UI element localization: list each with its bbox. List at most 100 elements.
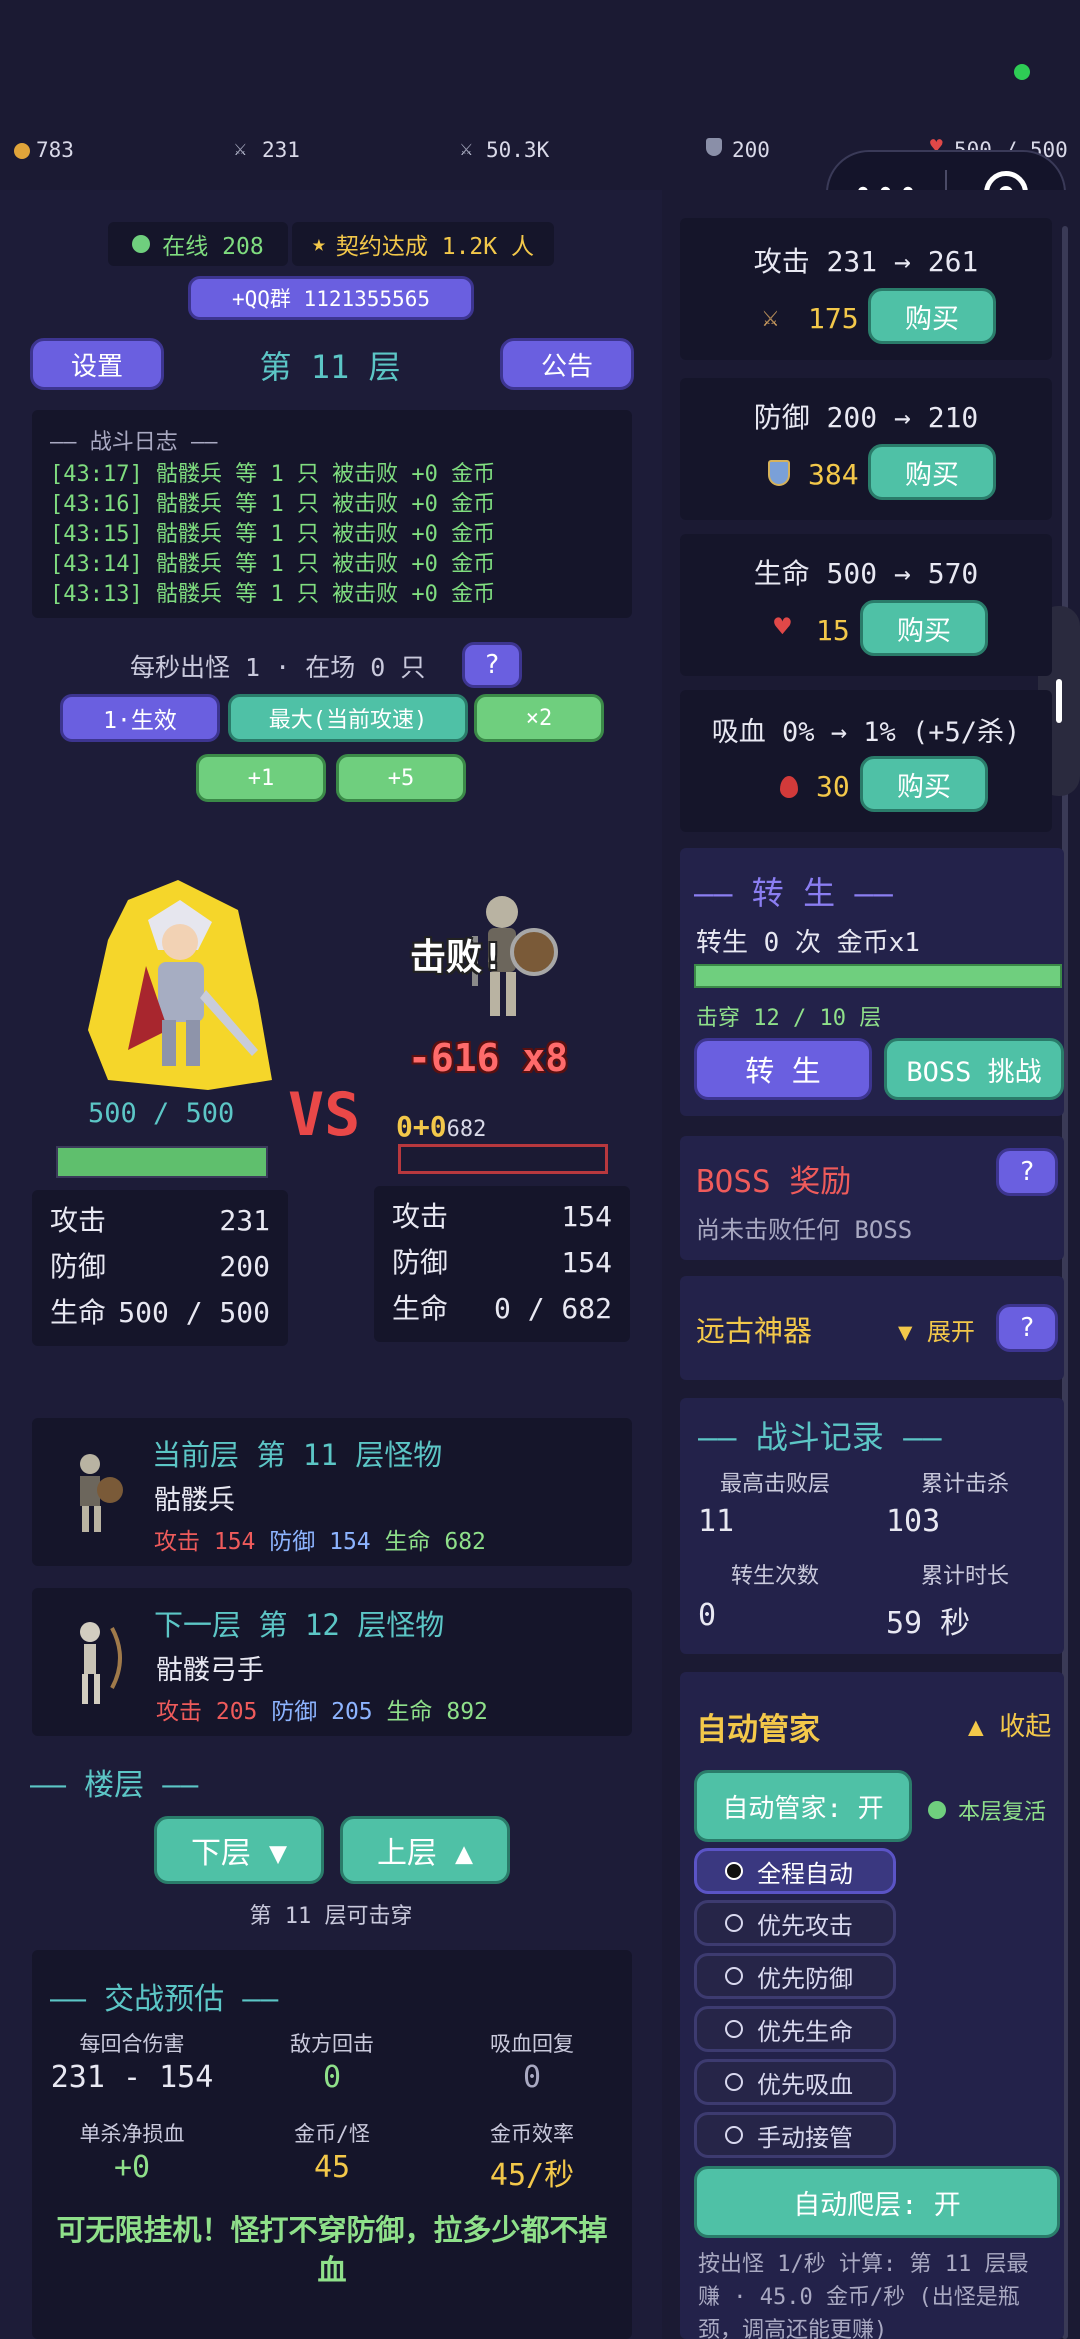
rebirth-progress-fill <box>696 966 1060 986</box>
mode-label: 优先生命 <box>757 2017 853 2046</box>
estimate-label: 单杀净损血 <box>79 2122 185 2146</box>
butler-note: 按出怪 1/秒 计算: 第 11 层最赚 · 45.0 金币/秒 (出怪是瓶颈，… <box>698 2252 1029 2339</box>
estimate-label: 每回合伤害 <box>79 2032 185 2056</box>
buy-attack-button[interactable]: 购买 <box>868 288 996 344</box>
enemy-hp-max: 682 <box>446 1117 487 1142</box>
settings-button[interactable]: 设置 <box>30 338 164 390</box>
combat-estimate-panel: —— 交战预估 —— 每回合伤害 231 - 154 敌方回击 0 吸血回复 0… <box>32 1950 632 2339</box>
stat-value: 200 <box>219 1250 270 1283</box>
revive-dot-icon <box>928 1801 946 1819</box>
mode-label: 全程自动 <box>757 1859 853 1888</box>
rebirth-panel: —— 转 生 —— 转生 0 次 金币x1 击穿 12 / 10 层 转 生 B… <box>680 848 1064 1116</box>
upgrade-card-defense: 防御 200 → 210 384 购买 <box>680 378 1052 520</box>
spawn-max-button[interactable]: 最大(当前攻速) <box>228 694 468 742</box>
log-line: [43:16] 骷髅兵 等 1 只 被击败 +0 金币 <box>50 492 496 517</box>
rebirth-button[interactable]: 转 生 <box>694 1038 872 1100</box>
floor-up-button[interactable]: 上层 ▲ <box>340 1816 510 1884</box>
rebirth-count: 转生 0 次 金币x1 <box>696 928 920 958</box>
boss-reward-help-button[interactable]: ? <box>996 1148 1058 1196</box>
spawn-help-button[interactable]: ? <box>462 642 522 688</box>
upgrade-cost: 384 <box>808 458 859 491</box>
enemy-hp-overlay: 0+0682 <box>396 1110 486 1143</box>
spawn-double-button[interactable]: ×2 <box>474 694 604 742</box>
stat-label: 生命 <box>50 1296 107 1329</box>
stat-value: 500 / 500 <box>118 1296 270 1329</box>
record-label: 转生次数 <box>730 1564 819 1589</box>
online-badge: 在线 208 <box>108 222 288 266</box>
monster-atk: 攻击 205 <box>156 1699 258 1725</box>
battle-log-panel: —— 战斗日志 —— [43:17] 骷髅兵 等 1 只 被击败 +0 金币 [… <box>32 410 632 618</box>
estimate-label: 吸血回复 <box>490 2032 574 2056</box>
buy-hp-button[interactable]: 购买 <box>860 600 988 656</box>
record-label: 最高击败层 <box>719 1472 830 1497</box>
contract-badge: ★ 契约达成 1.2K 人 <box>292 222 554 266</box>
attack-value: 231 <box>262 138 300 162</box>
enemy-hp-gain: 0+0 <box>396 1110 447 1143</box>
estimate-summary: 可无限挂机！怪打不穿防御，拉多少都不掉血 <box>56 2213 608 2287</box>
enemy-stat-row: 攻击 154 <box>392 1194 612 1240</box>
upgrade-card-lifesteal: 吸血 0% → 1% (+5/杀) 30 购买 <box>680 690 1052 832</box>
radio-dot-icon <box>725 2073 743 2091</box>
mode-option[interactable]: 优先防御 <box>694 1953 896 1999</box>
estimate-value: 45 <box>313 2150 351 2185</box>
log-line: [43:15] 骷髅兵 等 1 只 被击败 +0 金币 <box>50 522 496 547</box>
artifact-help-button[interactable]: ? <box>996 1304 1058 1352</box>
boss-challenge-button[interactable]: BOSS 挑战 <box>884 1038 1064 1100</box>
auto-climb-button[interactable]: 自动爬层: 开 <box>694 2166 1060 2238</box>
notice-button[interactable]: 公告 <box>500 338 634 390</box>
auto-butler-panel: 自动管家 ▲ 收起 自动管家: 开 本层复活 全程自动 优先攻击 优先防御 优先… <box>680 1672 1064 2339</box>
stat-value: 0 / 682 <box>493 1292 612 1325</box>
rebirth-progress-label: 击穿 12 / 10 层 <box>696 1006 882 1031</box>
heart-icon: ♥ <box>774 610 791 643</box>
floor-down-button[interactable]: 下层 ▼ <box>154 1816 324 1884</box>
floor-note: 第 11 层可击穿 <box>249 1904 413 1929</box>
boss-reward-panel: BOSS 奖励 ? 尚未击败任何 BOSS <box>680 1136 1064 1260</box>
next-monster-card: 下一层 第 12 层怪物 骷髅弓手 攻击 205 防御 205 生命 892 <box>32 1588 632 1736</box>
contract-text: 契约达成 1.2K 人 <box>335 234 534 260</box>
dps-icon: ⚔ <box>460 136 473 160</box>
player-stat-row: 防御 200 <box>50 1244 270 1290</box>
mode-label: 优先防御 <box>757 1964 853 1993</box>
upgrade-card-hp: 生命 500 → 570 ♥ 15 购买 <box>680 534 1052 676</box>
artifact-expand-toggle[interactable]: ▼ 展开 <box>898 1312 975 1347</box>
boss-reward-text: 尚未击败任何 BOSS <box>696 1216 913 1244</box>
qq-group-button[interactable]: +QQ群 1121355565 <box>188 276 474 320</box>
artifact-title: 远古神器 <box>696 1314 813 1348</box>
current-monster-stats: 攻击 154 防御 154 生命 682 <box>154 1522 486 1556</box>
mode-option[interactable]: 优先吸血 <box>694 2059 896 2105</box>
radio-dot-icon <box>725 1862 743 1880</box>
defeated-text: 击败! <box>410 937 504 978</box>
mode-label: 优先攻击 <box>757 1911 853 1940</box>
mode-option[interactable]: 优先生命 <box>694 2006 896 2052</box>
spawn-plus5-button[interactable]: +5 <box>336 754 466 802</box>
estimate-value: 231 - 154 <box>50 2060 214 2095</box>
upgrade-title: 防御 200 → 210 <box>753 401 979 434</box>
mode-option[interactable]: 优先攻击 <box>694 1900 896 1946</box>
artifact-panel: 远古神器 ▼ 展开 ? <box>680 1276 1064 1380</box>
sword-icon: ⚔ <box>234 136 247 160</box>
shield-icon <box>706 138 722 156</box>
record-label: 累计时长 <box>920 1564 1009 1589</box>
spawn-apply-button[interactable]: 1·生效 <box>60 694 220 742</box>
mode-option-selected[interactable]: 全程自动 <box>694 1848 896 1894</box>
online-dot-icon <box>132 235 151 253</box>
player-hp-bar <box>56 1146 268 1178</box>
monster-hp: 生命 682 <box>384 1529 486 1555</box>
hero-sprite <box>88 880 272 1090</box>
estimate-value: 0 <box>522 2060 542 2095</box>
butler-toggle-button[interactable]: 自动管家: 开 <box>694 1770 912 1842</box>
online-text: 在线 208 <box>162 234 264 260</box>
buy-defense-button[interactable]: 购买 <box>868 444 996 500</box>
upgrade-cost: 30 <box>816 770 850 803</box>
player-hp-fill <box>58 1148 266 1176</box>
player-stat-row: 生命 500 / 500 <box>50 1290 270 1336</box>
mode-option[interactable]: 手动接管 <box>694 2112 896 2158</box>
estimate-value: 45/秒 <box>489 2158 575 2193</box>
spawn-plus1-button[interactable]: +1 <box>196 754 326 802</box>
stat-label: 生命 <box>392 1292 449 1325</box>
sword-icon: ⚔ <box>762 300 779 333</box>
record-value: 0 <box>698 1598 717 1633</box>
floor-title: 第 11 层 <box>259 348 401 386</box>
buy-lifesteal-button[interactable]: 购买 <box>860 756 988 812</box>
butler-collapse-toggle[interactable]: ▲ 收起 <box>968 1706 1051 1743</box>
